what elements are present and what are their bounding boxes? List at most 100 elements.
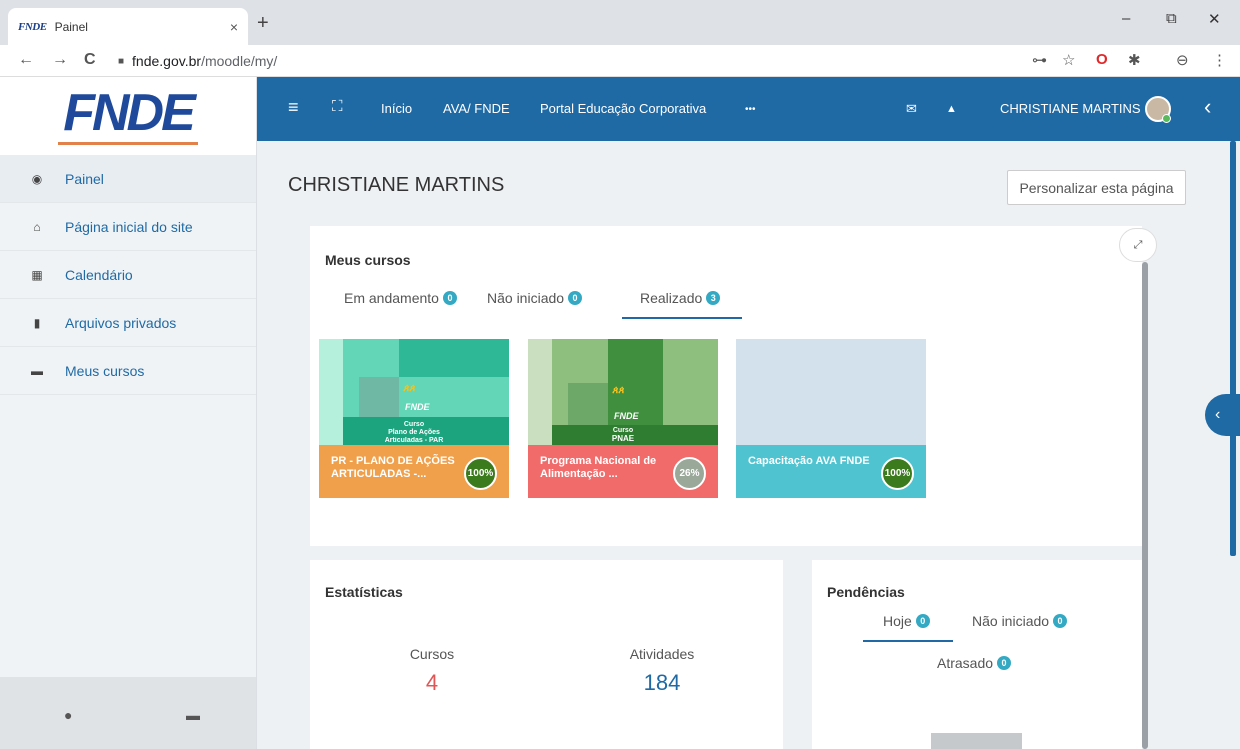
course-card-ava[interactable]: Capacitação AVA FNDE 100%: [736, 339, 926, 498]
online-status-dot: [1162, 114, 1171, 123]
sidebar-item-calendar[interactable]: ▦ Calendário: [0, 251, 256, 299]
browser-tab[interactable]: FNDE Painel ×: [8, 8, 248, 45]
sidebar-item-label: Painel: [65, 170, 104, 187]
chat-icon[interactable]: ●: [64, 707, 72, 723]
dashboard-icon: ◉: [31, 171, 43, 186]
course-name[interactable]: Programa Nacional de Alimentação ...: [540, 455, 670, 481]
tab-hoje[interactable]: Hoje 0: [883, 613, 930, 629]
thumb-people-icon: ጰጰ: [612, 385, 624, 396]
archive-icon[interactable]: ▬: [186, 707, 200, 723]
profile-icon[interactable]: ⊖: [1176, 51, 1189, 69]
progress-circle: 26%: [673, 457, 706, 490]
tab-atrasado[interactable]: Atrasado 0: [937, 655, 1012, 671]
collapse-icon[interactable]: ‹: [1204, 94, 1211, 120]
star-icon[interactable]: ☆: [1062, 51, 1075, 69]
nav-link-ava-fnde[interactable]: AVA/ FNDE: [443, 101, 510, 116]
course-thumbnail: [736, 339, 926, 445]
tab-nao-iniciado-pending[interactable]: Não iniciado 0: [972, 613, 1068, 629]
sidebar-item-my-courses[interactable]: ▬ Meus cursos: [0, 347, 256, 395]
count-badge: 0: [568, 291, 583, 305]
thumb-strip: [319, 339, 343, 445]
url-field[interactable]: ■ fnde.gov.br /moodle/my/: [118, 50, 277, 72]
calendar-icon: ▦: [31, 267, 43, 282]
tab-close-icon[interactable]: ×: [230, 19, 238, 35]
opera-icon[interactable]: O: [1096, 51, 1108, 68]
sidebar: FNDE ◉ Painel ⌂ Página inicial do site ▦…: [0, 77, 257, 749]
thumb-block: [359, 377, 399, 422]
tab-label: Hoje: [883, 613, 912, 629]
back-icon[interactable]: ←: [18, 51, 34, 69]
files-icon: ▮: [33, 315, 41, 330]
fnde-logo: FNDE: [63, 84, 196, 142]
sidebar-item-label: Página inicial do site: [65, 218, 193, 235]
user-name[interactable]: CHRISTIANE MARTINS: [1000, 101, 1141, 116]
window-close-icon[interactable]: ✕: [1208, 10, 1221, 28]
new-tab-icon[interactable]: +: [257, 12, 269, 35]
url-host: fnde.gov.br: [132, 53, 202, 69]
nav-link-portal[interactable]: Portal Educação Corporativa: [540, 101, 706, 116]
tab-realizado[interactable]: Realizado 3: [640, 290, 721, 306]
address-bar: ← → C ■ fnde.gov.br /moodle/my/ ⊶ ☆ O ✱ …: [0, 45, 1240, 77]
course-card-pnae[interactable]: ጰጰ FNDE Curso PNAE Programa Nacional de …: [528, 339, 718, 498]
count-badge: 0: [442, 291, 457, 305]
progress-circle: 100%: [464, 457, 497, 490]
sidebar-item-private-files[interactable]: ▮ Arquivos privados: [0, 299, 256, 347]
my-courses-title: Meus cursos: [325, 252, 411, 268]
bell-icon[interactable]: ▲: [946, 103, 957, 115]
thumb-text-2: Plano de Ações: [388, 429, 440, 436]
course-name[interactable]: PR - PLANO DE AÇÕES ARTICULADAS -...: [331, 455, 461, 481]
tab-label: Atrasado: [937, 655, 994, 671]
thumb-block: [399, 339, 509, 377]
thumb-logo: FNDE: [614, 411, 639, 421]
thumb-block: [568, 383, 608, 425]
sidebar-item-home[interactable]: ⌂ Página inicial do site: [0, 203, 256, 251]
course-band: Programa Nacional de Alimentação ... 26%: [528, 445, 718, 498]
tab-label: Não iniciado: [487, 290, 565, 306]
puzzle-icon[interactable]: ✱: [1128, 51, 1141, 69]
course-name[interactable]: Capacitação AVA FNDE: [748, 455, 878, 468]
more-icon[interactable]: •••: [745, 104, 756, 115]
restore-icon[interactable]: ⧉: [1166, 10, 1177, 27]
course-band: PR - PLANO DE AÇÕES ARTICULADAS -... 100…: [319, 445, 509, 498]
tab-title: Painel: [54, 19, 88, 34]
course-card-par[interactable]: ጰጰ FNDE Curso Plano de Ações Articuladas…: [319, 339, 509, 498]
logo-underline: [58, 142, 198, 145]
home-icon: ⌂: [33, 219, 41, 234]
active-tab-indicator: [863, 640, 953, 642]
fullscreen-icon[interactable]: ⛶: [332, 98, 343, 115]
tab-nao-iniciado[interactable]: Não iniciado 0: [487, 290, 583, 306]
browser-menu-icon[interactable]: ⋮: [1212, 51, 1227, 69]
forward-icon[interactable]: →: [52, 51, 68, 69]
mail-icon[interactable]: ✉: [906, 101, 917, 117]
page-scrollbar[interactable]: [1230, 141, 1236, 556]
browser-tab-bar: FNDE Painel × + – ⧉ ✕: [0, 0, 1240, 45]
count-badge: 3: [706, 291, 721, 305]
statistics-title: Estatísticas: [325, 584, 403, 600]
key-icon[interactable]: ⊶: [1032, 51, 1047, 69]
tab-label: Não iniciado: [972, 613, 1050, 629]
thumb-text-3: Articuladas - PAR: [384, 437, 444, 443]
block-scrollbar[interactable]: [1142, 262, 1148, 749]
customize-page-button[interactable]: Personalizar esta página: [1007, 170, 1186, 205]
lock-icon: ■: [118, 55, 125, 67]
count-badge: 0: [915, 614, 930, 628]
page-title: CHRISTIANE MARTINS: [288, 174, 505, 196]
activities-value[interactable]: 184: [612, 670, 712, 696]
top-navbar: ≡ ⛶ Início AVA/ FNDE Portal Educação Cor…: [257, 77, 1240, 141]
tab-em-andamento[interactable]: Em andamento 0: [344, 290, 457, 306]
minimize-icon[interactable]: –: [1122, 10, 1130, 27]
expand-icon[interactable]: ⤢: [1119, 228, 1157, 262]
logo[interactable]: FNDE: [0, 77, 256, 155]
thumb-text-2: PNAE: [611, 434, 635, 443]
courses-value[interactable]: 4: [382, 670, 482, 696]
sidebar-item-painel[interactable]: ◉ Painel: [0, 155, 256, 203]
tab-label: Em andamento: [344, 290, 439, 306]
thumb-strip: [528, 339, 552, 445]
nav-link-inicio[interactable]: Início: [381, 101, 412, 116]
drawer-toggle-icon[interactable]: ‹: [1205, 394, 1240, 436]
thumb-logo: FNDE: [405, 402, 430, 412]
sidebar-footer: ● ▬: [0, 677, 256, 749]
reload-icon[interactable]: C: [84, 51, 96, 69]
count-badge: 0: [997, 656, 1012, 670]
menu-icon[interactable]: ≡: [288, 97, 299, 118]
